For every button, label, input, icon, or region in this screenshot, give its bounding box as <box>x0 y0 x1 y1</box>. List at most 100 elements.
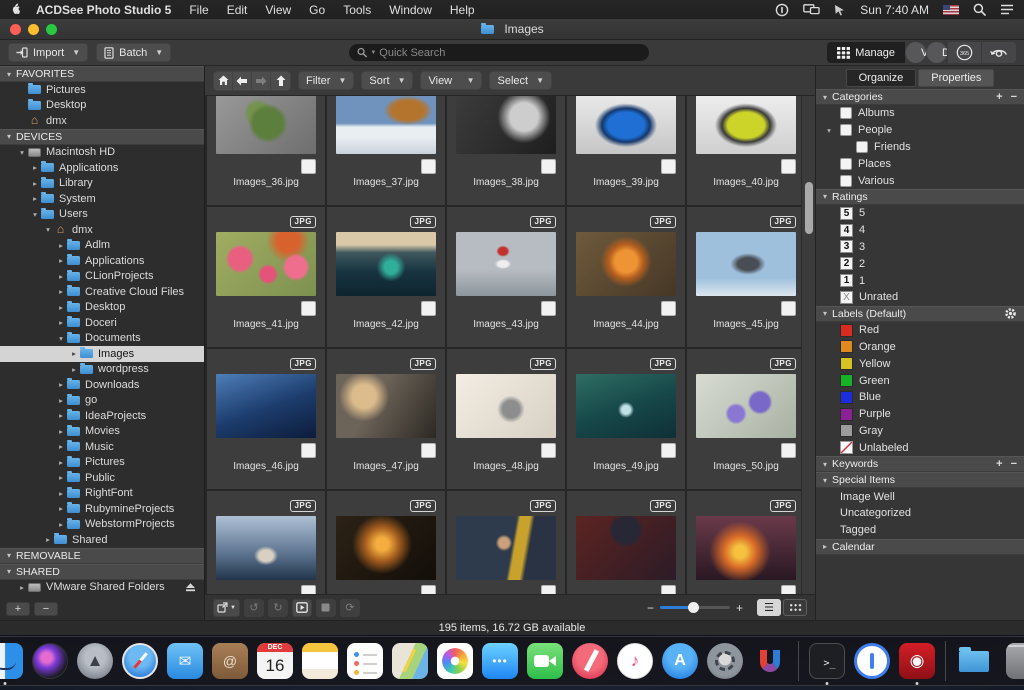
image-thumbnail[interactable] <box>336 374 436 438</box>
rating-badge[interactable]: 1 <box>840 274 853 288</box>
chevron-right-icon[interactable]: ▸ <box>56 458 66 467</box>
menu-view[interactable]: View <box>265 3 291 17</box>
sidebar-item-library[interactable]: ▸ Library <box>0 176 204 192</box>
checkbox[interactable] <box>840 174 852 187</box>
sidebar-section-shared[interactable]: ▾ SHARED <box>0 563 204 580</box>
stop-button[interactable] <box>315 598 336 617</box>
mode-view[interactable]: View <box>905 42 945 63</box>
rating-badge[interactable]: 2 <box>840 257 853 271</box>
home-button[interactable] <box>214 71 233 90</box>
details-view-button[interactable]: ☰ <box>757 599 781 616</box>
sidebar-item-downloads[interactable]: ▸ Downloads <box>0 377 204 393</box>
batch-button[interactable]: Batch ▼ <box>96 43 172 62</box>
panel-item-friends[interactable]: Friends <box>816 139 1024 156</box>
image-tile[interactable]: JPGImages_40.jpg <box>687 96 801 205</box>
image-tile[interactable]: JPG Images_48.jpg <box>447 349 565 489</box>
sidebar-section-favorites[interactable]: ▾ FAVORITES <box>0 66 204 82</box>
chevron-right-icon[interactable]: ▸ <box>56 318 66 327</box>
mode-sync[interactable] <box>981 42 1016 63</box>
sidebar-section-devices[interactable]: ▾ DEVICES <box>0 128 204 145</box>
zoom-slider[interactable] <box>659 602 730 613</box>
zoom-in-button[interactable]: + <box>736 601 743 615</box>
image-thumbnail[interactable] <box>696 374 796 438</box>
panel-item-uncategorized[interactable]: Uncategorized <box>816 505 1024 522</box>
sidebar-item-pictures[interactable]: ▸ Pictures <box>0 455 204 471</box>
select-checkbox[interactable] <box>301 301 316 316</box>
panel-section-calendar[interactable]: ▸ Calendar <box>816 538 1024 555</box>
chevron-right-icon[interactable]: ▸ <box>17 583 27 592</box>
dock-icon-news[interactable] <box>571 642 609 680</box>
color-chip[interactable] <box>840 441 853 455</box>
dock-icon-siri[interactable] <box>31 642 69 680</box>
sidebar-item-shared[interactable]: ▸ Shared <box>0 532 204 548</box>
spotlight-icon[interactable] <box>973 3 986 16</box>
image-thumbnail[interactable] <box>576 232 676 296</box>
panel-item-purple[interactable]: Purple <box>816 406 1024 423</box>
select-checkbox[interactable] <box>781 159 796 174</box>
panel-section-labels-default-[interactable]: ▾ Labels (Default) <box>816 305 1024 322</box>
dock-icon-calendar[interactable]: DEC 16 <box>256 642 294 680</box>
select-checkbox[interactable] <box>301 585 316 594</box>
color-chip[interactable] <box>840 323 853 337</box>
panel-item-red[interactable]: Red <box>816 322 1024 339</box>
select-checkbox[interactable] <box>541 585 556 594</box>
dock-icon-1password[interactable] <box>853 642 891 680</box>
chevron-right-icon[interactable]: ▸ <box>56 489 66 498</box>
panel-item-image-well[interactable]: Image Well <box>816 488 1024 505</box>
dock-icon-system-preferences[interactable] <box>706 642 744 680</box>
dock-icon-downloads[interactable] <box>955 642 993 680</box>
panel-section-keywords[interactable]: ▾ Keywords + − <box>816 456 1024 473</box>
dock-icon-photos[interactable] <box>436 642 474 680</box>
image-tile[interactable]: JPG <box>567 491 685 594</box>
dock-icon-mail[interactable]: ✉ <box>166 642 204 680</box>
select-checkbox[interactable] <box>661 159 676 174</box>
chevron-right-icon[interactable]: ▸ <box>69 365 79 374</box>
image-thumbnail[interactable] <box>576 374 676 438</box>
sidebar-item-webstormprojects[interactable]: ▸ WebstormProjects <box>0 517 204 533</box>
image-tile[interactable]: JPG Images_49.jpg <box>567 349 685 489</box>
panel-item-gray[interactable]: Gray <box>816 423 1024 440</box>
remove-favorite-button[interactable]: − <box>34 602 58 616</box>
image-thumbnail[interactable] <box>576 516 676 580</box>
refresh-button[interactable]: ⟳ <box>339 598 360 617</box>
panel-item-4[interactable]: 44 <box>816 222 1024 239</box>
dock-icon-notes[interactable] <box>301 642 339 680</box>
image-thumbnail[interactable] <box>696 96 796 154</box>
gear-icon[interactable] <box>1004 307 1017 320</box>
dock-icon-messages[interactable]: ••• <box>481 642 519 680</box>
panel-item-2[interactable]: 22 <box>816 255 1024 272</box>
sidebar-item-adlm[interactable]: ▸ Adlm <box>0 238 204 254</box>
dock-icon-acdsee[interactable]: ◉ <box>898 642 936 685</box>
image-thumbnail[interactable] <box>576 96 676 154</box>
image-tile[interactable]: JPG Images_41.jpg <box>207 207 325 347</box>
panel-item-5[interactable]: 55 <box>816 205 1024 222</box>
displays-menu-icon[interactable] <box>803 3 820 16</box>
image-thumbnail[interactable] <box>216 374 316 438</box>
chevron-right-icon[interactable]: ▸ <box>56 504 66 513</box>
sidebar-item-desktop[interactable]: Desktop <box>0 98 204 114</box>
chevron-down-icon[interactable]: ▾ <box>43 225 53 234</box>
sidebar-item-dmx[interactable]: ⌂ dmx <box>0 113 204 129</box>
chevron-right-icon[interactable]: ▸ <box>56 442 66 451</box>
image-tile[interactable]: JPG <box>327 491 445 594</box>
sidebar-item-applications[interactable]: ▸ Applications <box>0 160 204 176</box>
image-thumbnail[interactable] <box>456 516 556 580</box>
sidebar-item-macintosh-hd[interactable]: ▾ Macintosh HD <box>0 145 204 161</box>
select-checkbox[interactable] <box>301 159 316 174</box>
select-checkbox[interactable] <box>541 301 556 316</box>
menubar-clock[interactable]: Sun 7:40 AM <box>860 3 929 17</box>
select-checkbox[interactable] <box>421 159 436 174</box>
select-checkbox[interactable] <box>421 443 436 458</box>
chevron-down-icon[interactable]: ▾ <box>56 334 66 343</box>
sidebar-item-dmx[interactable]: ▾ ⌂ dmx <box>0 222 204 238</box>
dock-icon-safari[interactable] <box>121 642 159 680</box>
dock-icon-maps[interactable] <box>391 642 429 680</box>
mode-365[interactable]: 365 <box>947 42 981 63</box>
select-checkbox[interactable] <box>541 159 556 174</box>
color-chip[interactable] <box>840 407 853 421</box>
select-checkbox[interactable] <box>421 585 436 594</box>
image-tile[interactable]: JPG Images_45.jpg <box>687 207 801 347</box>
menu-edit[interactable]: Edit <box>227 3 248 17</box>
dock-icon-terminal[interactable]: >_ <box>808 642 846 685</box>
menu-file[interactable]: File <box>189 3 208 17</box>
